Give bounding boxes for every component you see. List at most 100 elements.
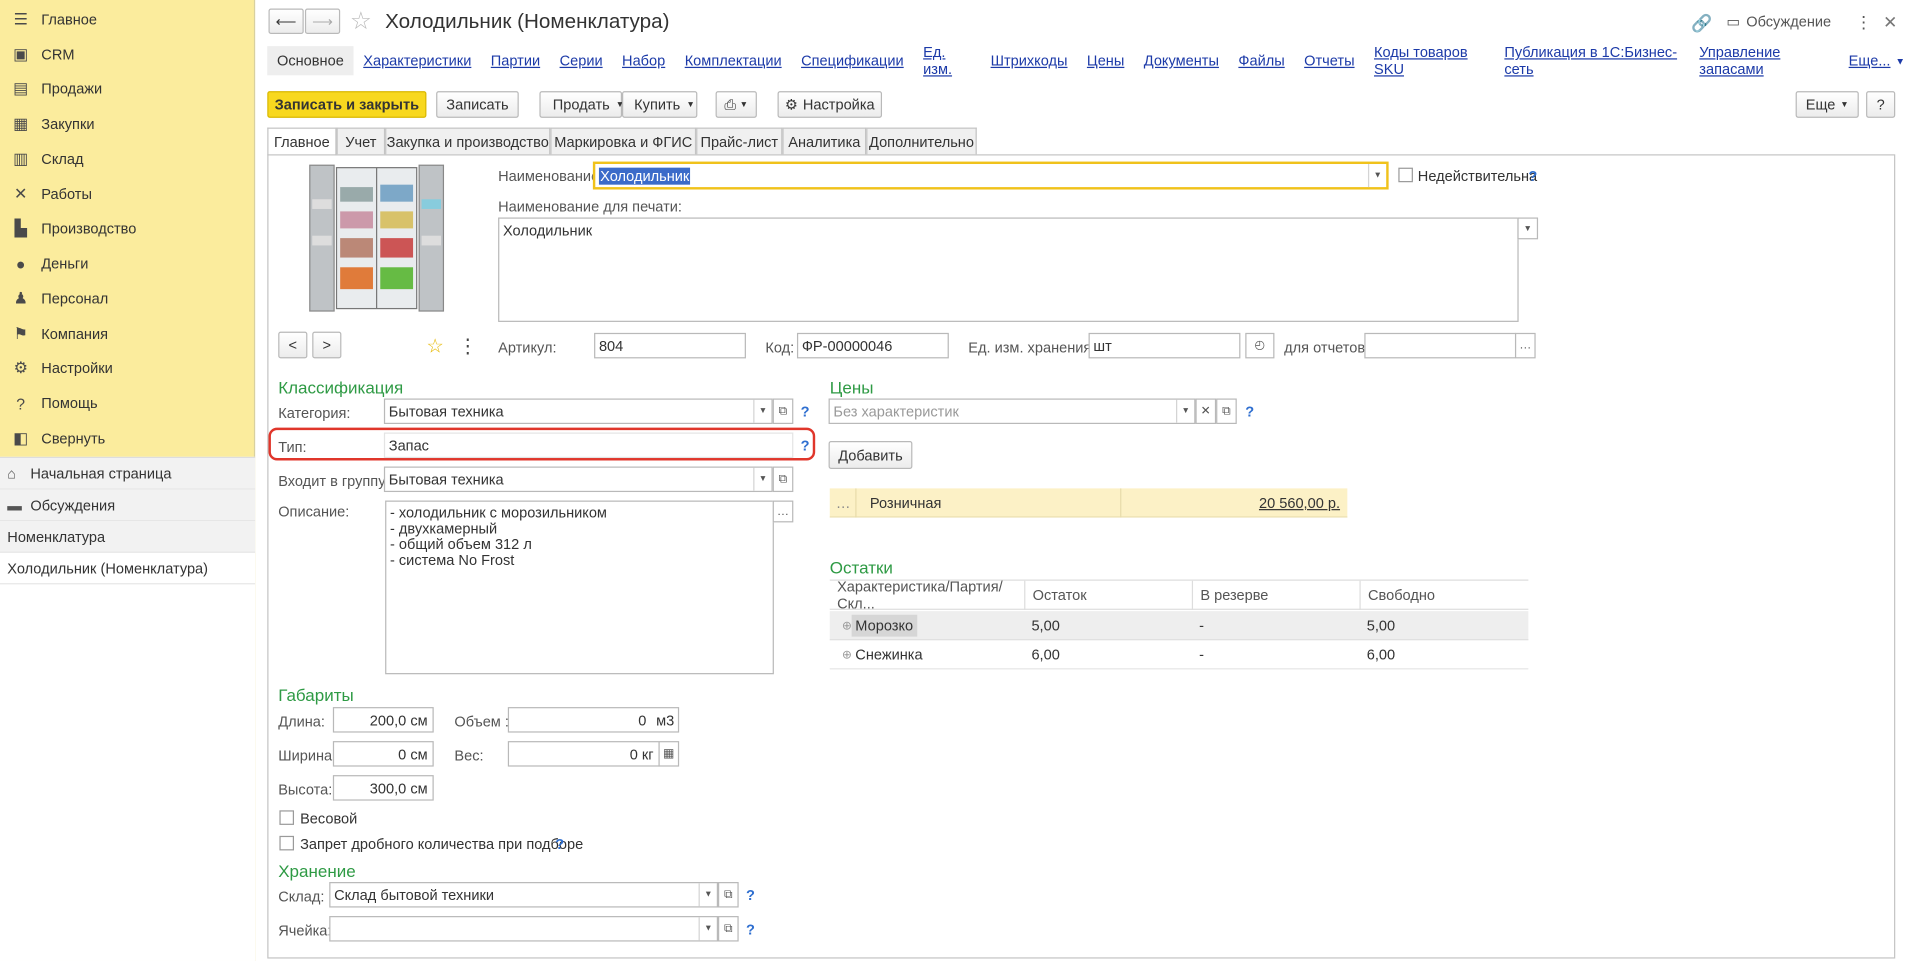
help-icon[interactable]: ? [801,437,810,454]
save-close-button[interactable]: Записать и закрыть [267,91,427,118]
link-6[interactable]: Спецификации [801,52,904,69]
reports-unit-select-icon[interactable]: … [1514,332,1536,359]
link-14[interactable]: Публикация в 1С:Бизнес-сеть [1504,44,1679,78]
category-open-icon[interactable]: ⧉ [772,398,794,425]
stock-header-free[interactable]: Свободно [1359,580,1528,610]
article-input[interactable]: 804 [594,332,746,359]
group-dropdown-icon[interactable]: ▼ [753,467,771,491]
expand-icon[interactable]: ⊕ [835,611,852,640]
sidebar-item-purchases[interactable]: ▦ Закупки [0,107,255,141]
discuss-button[interactable]: ▭ Обсуждение [1726,13,1831,30]
more-button[interactable]: Еще ▼ [1795,91,1859,118]
chevron-down-icon[interactable]: ▼ [1895,55,1905,66]
link-4[interactable]: Набор [622,52,665,69]
description-expand-icon[interactable]: … [772,500,794,523]
characteristic-open-icon[interactable]: ⧉ [1216,398,1237,425]
tab-purchase-production[interactable]: Закупка и производство [385,127,551,155]
back-button[interactable]: ⟵ [268,8,304,35]
sidebar-item-sales[interactable]: ▤ Продажи [0,72,255,106]
weight-input[interactable]: 0 кг [507,741,660,767]
buy-button[interactable]: Купить ▼ [622,91,698,118]
history-icon[interactable]: ◴ [1245,332,1275,359]
link-13[interactable]: Коды товаров SKU [1374,44,1485,78]
favorite-star-icon[interactable]: ☆ [350,6,372,36]
link-15[interactable]: Управление запасами [1699,44,1829,78]
sidebar-item-money[interactable]: ● Деньги [0,247,255,281]
open-page-nomenclature[interactable]: Номенклатура [0,521,256,553]
code-input[interactable]: ФР-00000046 [796,332,949,359]
stock-header-qty[interactable]: Остаток [1024,580,1192,610]
price-row-menu-icon[interactable]: … [830,488,857,518]
description-textarea[interactable]: - холодильник с морозильником - двухкаме… [385,500,774,675]
cell-dropdown-icon[interactable]: ▼ [698,917,717,941]
name-dropdown-icon[interactable]: ▼ [1367,164,1386,188]
print-name-dropdown-icon[interactable]: ▼ [1517,217,1539,240]
stock-header-name[interactable]: Характеристика/Партия/Скл... [830,578,1024,612]
product-image[interactable] [304,163,450,316]
help-icon[interactable]: ? [1245,403,1254,420]
image-next-button[interactable]: > [312,331,342,359]
category-input[interactable]: Бытовая техника ▼ [383,398,773,425]
warehouse-dropdown-icon[interactable]: ▼ [698,883,717,907]
open-page-fridge[interactable]: Холодильник (Номенклатура) [0,553,256,585]
price-value-link[interactable]: 20 560,00 р. [1252,488,1340,517]
image-star-icon[interactable]: ☆ [426,334,443,358]
open-page-home[interactable]: ⌂ Начальная страница [0,458,256,490]
tab-analytics[interactable]: Аналитика [782,127,867,155]
cell-open-icon[interactable]: ⧉ [718,916,739,942]
sidebar-item-personnel[interactable]: ♟ Персонал [0,282,255,316]
more-menu-icon[interactable]: ⋮ [1855,12,1872,33]
characteristic-dropdown-icon[interactable]: ▼ [1176,399,1194,423]
height-input[interactable]: 300,0 см [332,775,434,801]
stock-header-reserved[interactable]: В резерве [1191,580,1360,610]
sidebar-item-main[interactable]: ☰ Главное [0,2,255,36]
help-icon[interactable]: ? [1528,168,1537,185]
help-icon[interactable]: ? [746,921,755,938]
image-prev-button[interactable]: < [278,331,308,359]
category-dropdown-icon[interactable]: ▼ [753,399,771,423]
link-icon[interactable]: 🔗 [1691,13,1712,34]
link-10[interactable]: Документы [1144,52,1219,69]
link-8[interactable]: Штрихкоды [991,52,1068,69]
clear-icon[interactable]: ✕ [1195,398,1217,425]
sidebar-item-company[interactable]: ⚑ Компания [0,317,255,351]
sell-button[interactable]: Продать ▼ [539,91,624,118]
volume-input[interactable]: 0 м3 [507,707,680,733]
print-button[interactable]: ⎙ ▼ [715,91,757,118]
group-open-icon[interactable]: ⧉ [772,466,794,493]
tab-marking[interactable]: Маркировка и ФГИС [550,127,697,155]
sidebar-item-settings[interactable]: ⚙ Настройки [0,351,255,385]
close-icon[interactable]: ✕ [1883,12,1897,33]
calculator-icon[interactable]: ▦ [658,741,680,767]
link-12[interactable]: Отчеты [1304,52,1354,69]
fraction-ban-checkbox[interactable] [279,835,295,851]
help-icon[interactable]: ? [801,403,810,420]
cell-input[interactable]: ▼ [329,916,719,942]
link-7[interactable]: Ед. изм. [923,44,971,78]
length-input[interactable]: 200,0 см [332,707,434,733]
invalid-checkbox[interactable] [1398,167,1413,183]
tab-additional[interactable]: Дополнительно [866,127,977,155]
link-main-active[interactable]: Основное [267,46,354,76]
price-row[interactable]: … Розничная 20 560,00 р. [829,488,1348,518]
link-16[interactable]: Еще... [1849,52,1891,69]
sidebar-item-works[interactable]: ✕ Работы [0,177,255,211]
tab-accounting[interactable]: Учет [336,127,386,155]
settings-button[interactable]: ⚙ Настройка [777,91,883,118]
save-button[interactable]: Записать [436,91,519,118]
forward-button[interactable]: ⟶ [304,8,341,35]
add-price-button[interactable]: Добавить [828,441,913,469]
open-page-discussions[interactable]: ▬ Обсуждения [0,489,256,522]
characteristic-input[interactable]: Без характеристик ▼ [828,398,1196,425]
help-button[interactable]: ? [1866,91,1896,118]
image-menu-icon[interactable]: ⋮ [458,334,477,358]
group-input[interactable]: Бытовая техника ▼ [383,466,773,493]
table-row[interactable]: ⊕ Снежинка 6,00 - 6,00 [829,640,1529,670]
help-icon[interactable]: ? [746,887,755,904]
sidebar-item-crm[interactable]: ▣ CRM [0,38,255,72]
unit-input[interactable]: шт [1088,332,1241,359]
name-input[interactable]: Холодильник ▼ [592,161,1389,190]
tab-main[interactable]: Главное [267,127,337,156]
sidebar-item-warehouse[interactable]: ▥ Склад [0,142,255,176]
tab-pricelist[interactable]: Прайс-лист [696,127,783,155]
